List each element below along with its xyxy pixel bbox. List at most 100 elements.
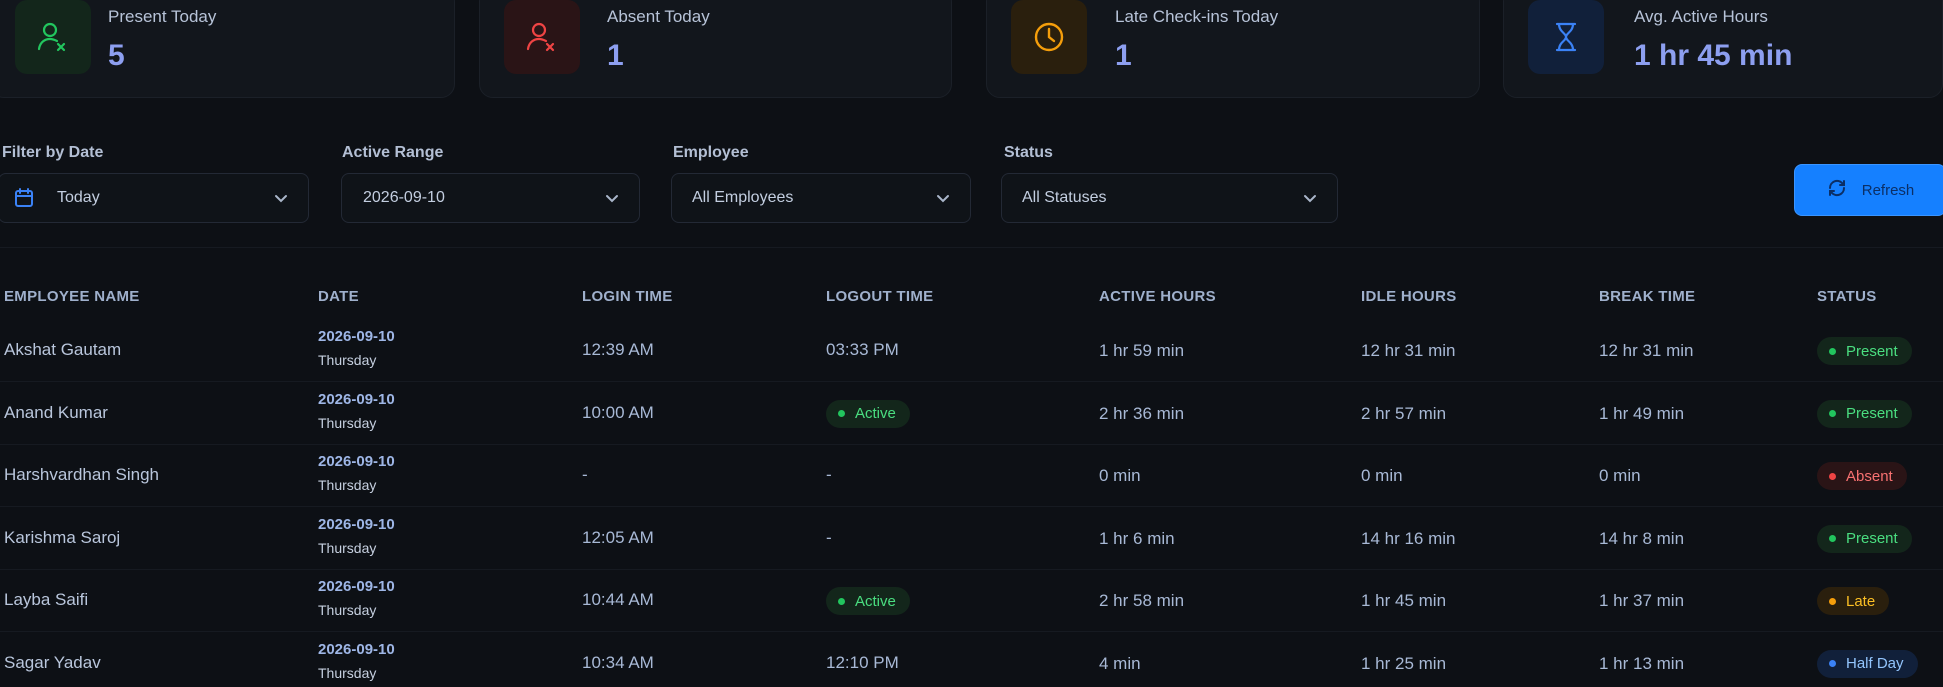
status-badge: Present bbox=[1817, 337, 1912, 365]
active-hours: 0 min bbox=[1099, 466, 1141, 485]
stat-label: Late Check-ins Today bbox=[1115, 7, 1279, 26]
col-active-hours: ACTIVE HOURS bbox=[1099, 288, 1216, 305]
user-x-icon bbox=[504, 0, 580, 74]
status-badge: Present bbox=[1817, 399, 1912, 428]
status-label: Absent bbox=[1846, 467, 1893, 485]
idle-hours: 1 hr 25 min bbox=[1361, 653, 1447, 673]
filter-employee-label: Employee bbox=[673, 144, 749, 161]
status-badge: Half Day bbox=[1817, 649, 1918, 678]
table-row[interactable]: Sagar Yadav 2026-09-10 Thursday 10:34 AM 12:… bbox=[0, 633, 1943, 687]
table-row[interactable]: Akshat Gautam 2026-09-10 Thursday 12:39 AM 0… bbox=[0, 320, 1943, 382]
status-label: Late bbox=[1846, 592, 1876, 610]
active-label: Active bbox=[855, 405, 896, 422]
stat-value: 1 bbox=[1115, 39, 1132, 72]
status-badge: Absent bbox=[1817, 462, 1907, 490]
row-date: 2026-09-10 bbox=[318, 578, 395, 595]
idle-hours: 2 hr 57 min bbox=[1361, 403, 1447, 423]
row-day: Thursday bbox=[318, 602, 377, 618]
status-dot bbox=[1829, 535, 1836, 542]
idle-hours: 14 hr 16 min bbox=[1361, 528, 1456, 548]
filters-bar: Filter by Date Today Active Range 2026-0… bbox=[0, 120, 1943, 248]
row-day: Thursday bbox=[318, 352, 377, 368]
filter-status-select[interactable]: All Statuses bbox=[1001, 173, 1338, 223]
refresh-label: Refresh bbox=[1861, 181, 1915, 199]
login-time: 10:34 AM bbox=[582, 652, 654, 672]
status-label: Half Day bbox=[1846, 655, 1904, 672]
chevron-down-icon bbox=[605, 191, 619, 210]
col-idle-hours: IDLE HOURS bbox=[1361, 288, 1457, 305]
active-hours: 1 hr 6 min bbox=[1099, 528, 1175, 548]
user-check-icon bbox=[15, 0, 91, 74]
break-time: 0 min bbox=[1599, 466, 1641, 485]
row-date: 2026-09-10 bbox=[318, 515, 395, 533]
table-header: EMPLOYEE NAME DATE LOGIN TIME LOGOUT TIM… bbox=[0, 288, 1943, 308]
status-dot bbox=[1829, 472, 1836, 480]
status-dot bbox=[1829, 347, 1836, 355]
table-row[interactable]: Layba Saifi 2026-09-10 Thursday 10:44 AM Act… bbox=[0, 570, 1943, 632]
col-date: DATE bbox=[318, 288, 359, 305]
break-time: 1 hr 13 min bbox=[1599, 653, 1685, 673]
filter-status-value: All Statuses bbox=[1022, 189, 1107, 206]
active-badge: Active bbox=[826, 399, 910, 428]
logout-time: 03:33 PM bbox=[826, 340, 899, 359]
status-label: Present bbox=[1846, 530, 1898, 547]
chevron-down-icon bbox=[936, 191, 950, 210]
status-dot bbox=[1829, 597, 1836, 605]
active-hours: 1 hr 59 min bbox=[1099, 341, 1185, 360]
stat-card-absent: Absent Today 1 bbox=[479, 0, 952, 98]
chevron-down-icon bbox=[1303, 191, 1317, 210]
idle-hours: 1 hr 45 min bbox=[1361, 591, 1447, 610]
stat-value: 1 hr 45 min bbox=[1634, 39, 1793, 72]
row-day: Thursday bbox=[318, 477, 377, 493]
break-time: 1 hr 37 min bbox=[1599, 591, 1685, 610]
login-time: 10:00 AM bbox=[582, 402, 654, 422]
filter-status-label: Status bbox=[1004, 144, 1053, 161]
stats-row: Present Today 5 Absent Today 1 Late Chec… bbox=[0, 0, 1943, 98]
row-date: 2026-09-10 bbox=[318, 453, 395, 470]
filter-employee-select[interactable]: All Employees bbox=[671, 173, 971, 223]
filter-range-value: 2026-09-10 bbox=[363, 189, 445, 206]
table-row[interactable]: Harshvardhan Singh 2026-09-10 Thursday - - 0 … bbox=[0, 445, 1943, 507]
refresh-button[interactable]: Refresh bbox=[1794, 164, 1943, 216]
status-label: Present bbox=[1846, 342, 1898, 360]
stat-value: 5 bbox=[108, 39, 125, 72]
active-badge: Active bbox=[826, 587, 910, 615]
break-time: 12 hr 31 min bbox=[1599, 341, 1694, 360]
idle-hours: 0 min bbox=[1361, 466, 1403, 485]
filter-employee-value: All Employees bbox=[692, 189, 794, 206]
status-dot bbox=[1829, 660, 1836, 667]
employee-name: Karishma Saroj bbox=[4, 527, 121, 547]
logout-time: 12:10 PM bbox=[826, 652, 899, 672]
row-day: Thursday bbox=[318, 414, 377, 431]
refresh-icon bbox=[1826, 177, 1848, 203]
stat-card-late: Late Check-ins Today 1 bbox=[986, 0, 1480, 98]
row-date: 2026-09-10 bbox=[318, 390, 395, 408]
calendar-icon bbox=[13, 187, 35, 214]
table-row[interactable]: Karishma Saroj 2026-09-10 Thursday 12:05 AM… bbox=[0, 508, 1943, 570]
stat-card-present: Present Today 5 bbox=[0, 0, 455, 98]
row-date: 2026-09-10 bbox=[318, 640, 395, 658]
break-time: 1 hr 49 min bbox=[1599, 403, 1685, 423]
idle-hours: 12 hr 31 min bbox=[1361, 341, 1456, 360]
stat-label: Absent Today bbox=[607, 7, 710, 26]
row-day: Thursday bbox=[318, 664, 377, 681]
col-break-time: BREAK TIME bbox=[1599, 288, 1696, 305]
filter-range-select[interactable]: 2026-09-10 bbox=[341, 173, 640, 223]
filter-date-select[interactable]: Today bbox=[0, 173, 309, 223]
active-hours: 2 hr 58 min bbox=[1099, 591, 1185, 610]
stat-label: Present Today bbox=[108, 7, 217, 26]
status-dot bbox=[1829, 410, 1836, 417]
employee-name: Sagar Yadav bbox=[4, 652, 101, 672]
status-badge: Present bbox=[1817, 524, 1912, 553]
stat-label: Avg. Active Hours bbox=[1634, 7, 1768, 26]
stat-card-avg-hours: Avg. Active Hours 1 hr 45 min bbox=[1503, 0, 1943, 98]
row-date: 2026-09-10 bbox=[318, 328, 395, 345]
table-row[interactable]: Anand Kumar 2026-09-10 Thursday 10:00 AM Act… bbox=[0, 383, 1943, 445]
login-time: 12:05 AM bbox=[582, 527, 654, 547]
logout-time: - bbox=[826, 465, 832, 484]
col-employee-name: EMPLOYEE NAME bbox=[4, 288, 140, 305]
status-label: Present bbox=[1846, 405, 1898, 422]
status-dot bbox=[838, 410, 845, 417]
employee-name: Akshat Gautam bbox=[4, 340, 122, 359]
filter-date-value: Today bbox=[57, 189, 100, 206]
